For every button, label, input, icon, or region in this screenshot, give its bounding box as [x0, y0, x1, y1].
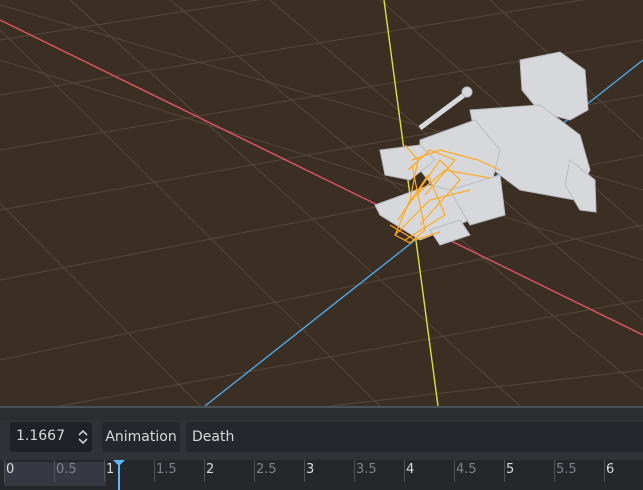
- tick-line: [304, 460, 305, 482]
- tick-line: [54, 460, 55, 482]
- tick-label: 6: [606, 462, 615, 477]
- time-value[interactable]: 1.1667: [16, 428, 65, 444]
- animation-toolbar: 1.1667 Animation Death: [0, 420, 643, 460]
- time-spinbox[interactable]: 1.1667: [10, 422, 92, 452]
- tick-label: 3: [306, 462, 315, 477]
- tick-line: [604, 460, 605, 482]
- timeline-ruler[interactable]: 0 0.5 1 1.5 2 2.5 3 3.5 4 4.5 5 5.5 6: [0, 460, 643, 490]
- playhead-handle[interactable]: [113, 460, 125, 466]
- tick-line: [354, 460, 355, 482]
- animation-panel: 1.1667 Animation Death 0 0.5 1 1.5 2 2.5 3 3.5 4…: [0, 406, 643, 490]
- tick-line: [504, 460, 505, 482]
- tick-label: 2: [206, 462, 215, 477]
- tick-label: 3.5: [356, 462, 377, 477]
- spin-arrows-icon[interactable]: [76, 427, 90, 447]
- viewport-canvas[interactable]: [0, 0, 643, 406]
- tick-line: [4, 460, 5, 482]
- timeline-range-highlight: [4, 462, 106, 486]
- animation-selector[interactable]: Death: [186, 422, 643, 452]
- tick-line: [454, 460, 455, 482]
- tick-line: [104, 460, 105, 482]
- tick-label: 4: [406, 462, 415, 477]
- tick-line: [404, 460, 405, 482]
- tick-line: [254, 460, 255, 482]
- tick-label: 5: [506, 462, 515, 477]
- tick-line: [554, 460, 555, 482]
- animation-menu-button[interactable]: Animation: [102, 422, 180, 452]
- tick-label: 2.5: [256, 462, 277, 477]
- tick-label: 0: [6, 462, 15, 477]
- tick-label: 1.5: [156, 462, 177, 477]
- 3d-viewport[interactable]: [0, 0, 643, 406]
- tick-line: [204, 460, 205, 482]
- tick-label: 0.5: [56, 462, 77, 477]
- tick-label: 4.5: [456, 462, 477, 477]
- tick-label: 5.5: [556, 462, 577, 477]
- tick-line: [154, 460, 155, 482]
- panel-divider[interactable]: [0, 406, 643, 408]
